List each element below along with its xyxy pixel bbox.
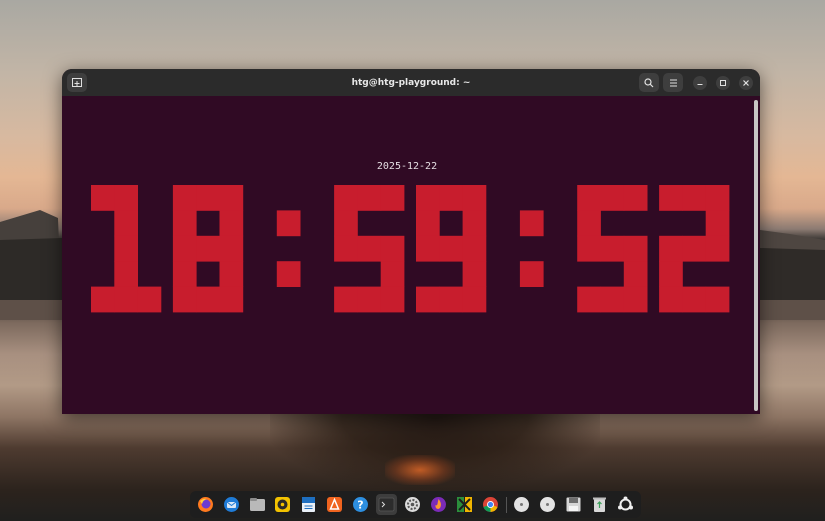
settings-icon[interactable]: [402, 494, 423, 515]
firefox-icon[interactable]: [195, 494, 216, 515]
maximize-button[interactable]: [716, 76, 730, 90]
app-center-icon[interactable]: [324, 494, 345, 515]
svg-text:?: ?: [357, 499, 363, 512]
app-x-icon[interactable]: [454, 494, 475, 515]
hamburger-menu-icon: [669, 79, 677, 86]
files-icon[interactable]: [247, 494, 268, 515]
close-button[interactable]: [739, 76, 753, 90]
clock-digit-5: [334, 185, 405, 313]
disc-icon[interactable]: [538, 494, 559, 515]
clock-digit-9: [416, 185, 487, 313]
search-icon: [644, 77, 654, 87]
minimize-button[interactable]: [693, 76, 707, 90]
writer-icon[interactable]: [299, 494, 320, 515]
dock: ?: [190, 491, 641, 518]
flame-app-icon[interactable]: [428, 494, 449, 515]
clock-time-display: [91, 185, 731, 319]
clock-digit-5: [577, 185, 648, 313]
disc-icon[interactable]: [512, 494, 533, 515]
wallpaper-glow: [385, 455, 455, 485]
new-tab-button[interactable]: [67, 73, 87, 92]
show-apps-icon[interactable]: [615, 494, 636, 515]
clock-digit-1: [91, 185, 162, 313]
rhythmbox-icon[interactable]: [273, 494, 294, 515]
close-icon: [743, 80, 749, 86]
clock-date: 2025-12-22: [376, 161, 438, 172]
terminal-icon[interactable]: [376, 494, 397, 515]
maximize-icon: [720, 80, 726, 86]
clock-digit-2: [659, 185, 730, 313]
window-title: htg@htg-playground: ~: [351, 77, 471, 88]
help-icon[interactable]: ?: [350, 494, 371, 515]
clock-colon: [276, 210, 301, 287]
clock-colon: [519, 210, 544, 287]
dock-separator: [505, 496, 507, 513]
new-tab-icon: [72, 78, 82, 87]
trash-icon[interactable]: [589, 494, 610, 515]
search-button[interactable]: [639, 73, 659, 92]
minimize-icon: [697, 84, 703, 85]
save-icon[interactable]: [563, 494, 584, 515]
menu-button[interactable]: [663, 73, 683, 92]
chrome-icon[interactable]: [480, 494, 501, 515]
terminal-window[interactable]: htg@htg-playground: ~ 2025-12-22: [62, 69, 760, 414]
thunderbird-icon[interactable]: [221, 494, 242, 515]
terminal-scrollbar[interactable]: [754, 100, 758, 411]
title-bar[interactable]: htg@htg-playground: ~: [62, 69, 760, 96]
clock-digit-8: [172, 185, 244, 313]
